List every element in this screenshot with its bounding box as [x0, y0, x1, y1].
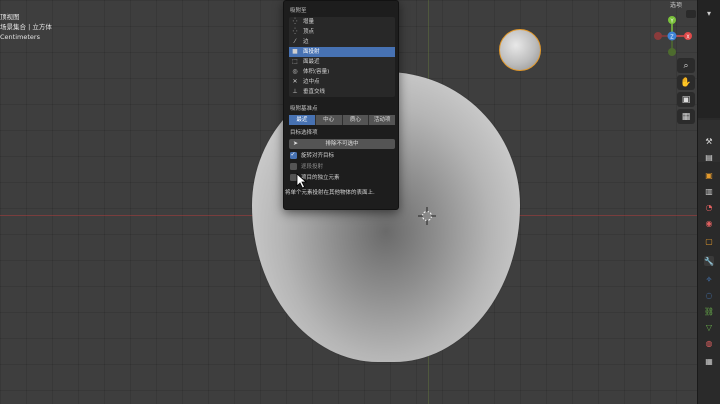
filter-icon[interactable]: ▾ — [704, 8, 714, 18]
3d-cursor-icon[interactable] — [418, 207, 436, 225]
snap-item-edge[interactable]: ⁄ 边 — [289, 37, 395, 47]
constraints-icon[interactable]: ⛓ — [704, 306, 714, 316]
collection-object-name: 场景集合 | 立方体 — [0, 23, 52, 31]
output-icon[interactable]: ▣ — [704, 170, 714, 180]
data-icon[interactable]: ▽ — [704, 322, 714, 332]
checkbox-checked[interactable] — [290, 150, 297, 159]
face-project-icon: ■ — [292, 48, 298, 55]
object-icon[interactable]: ▢ — [704, 236, 714, 246]
viewport-nav-buttons: ⌕ ✋ ▣ ▦ — [677, 58, 697, 126]
unit-label: Centimeters — [0, 33, 40, 41]
particles-icon[interactable]: ✧ — [704, 274, 714, 284]
view-layer-icon[interactable]: ▥ — [704, 186, 714, 196]
snap-item-face-project[interactable]: ■ 面投射 — [289, 47, 395, 57]
snap-item-vertex[interactable]: ⁛ 顶点 — [289, 27, 395, 37]
snap-with-center[interactable]: 中心 — [315, 115, 343, 125]
snap-with-active[interactable]: 活动项 — [369, 115, 395, 125]
scene-icon[interactable]: ◔ — [704, 202, 714, 212]
pan-hand-icon[interactable]: ✋ — [677, 75, 695, 90]
physics-icon[interactable]: ◌ — [704, 290, 714, 300]
edge-icon: ⁄ — [294, 38, 296, 45]
options-menu[interactable]: 选项 — [670, 0, 682, 9]
camera-icon[interactable]: ▣ — [677, 92, 695, 107]
selected-object-preview[interactable] — [499, 29, 541, 71]
snap-with-closest[interactable]: 最近 — [289, 115, 316, 125]
edge-perp-icon: ⊥ — [292, 88, 298, 95]
world-icon[interactable]: ◉ — [704, 218, 714, 228]
tooltip-text: 将单个元素投射在其他物体的表面上. — [285, 190, 375, 196]
texture-icon[interactable]: ▦ — [704, 356, 714, 366]
edge-center-icon: ✕ — [292, 78, 298, 85]
snap-to-list: ⁛ 增量 ⁛ 顶点 ⁄ 边 ■ 面投射 ⬚ 面最近 ◎ 体积(容量) ✕ 边中点 ⊥ 垂直交线 — [289, 17, 395, 97]
cursor-arrow-icon: ➤ — [293, 140, 299, 147]
snap-with-heading: 吸附基准点 — [290, 106, 318, 112]
options-dropdown-button[interactable] — [686, 10, 696, 18]
svg-text:X: X — [686, 35, 690, 41]
checkbox-unchecked[interactable] — [290, 163, 297, 170]
svg-text:Z: Z — [670, 35, 674, 41]
align-rotation-checkbox[interactable]: 旋转对齐目标 — [290, 150, 334, 161]
navigation-gizmo[interactable]: X Y Z — [650, 12, 697, 60]
target-selection-heading: 目标选择项 — [290, 130, 318, 136]
render-icon[interactable]: ▤ — [704, 152, 714, 162]
face-nearest-icon: ⬚ — [292, 58, 298, 65]
snap-item-edge-center[interactable]: ✕ 边中点 — [289, 77, 395, 87]
grid-toggle-icon[interactable]: ▦ — [677, 109, 695, 124]
increment-icon: ⁛ — [292, 18, 298, 25]
tool-icon[interactable]: ⚒ — [704, 136, 714, 146]
target-exclude-button[interactable]: ➤ 排除不可选中 — [289, 139, 395, 149]
snap-to-heading: 吸附至 — [290, 8, 307, 14]
snap-item-increment[interactable]: ⁛ 增量 — [289, 17, 395, 27]
material-icon[interactable]: ◍ — [704, 338, 714, 348]
vertex-icon: ⁛ — [292, 28, 298, 35]
snap-item-edge-perpendicular[interactable]: ⊥ 垂直交线 — [289, 87, 395, 97]
snap-item-volume[interactable]: ◎ 体积(容量) — [289, 67, 395, 77]
zoom-icon[interactable]: ⌕ — [677, 58, 695, 73]
snap-with-median[interactable]: 质心 — [342, 115, 370, 125]
snap-item-face-nearest[interactable]: ⬚ 面最近 — [289, 57, 395, 67]
mouse-pointer-icon — [296, 173, 308, 189]
backface-culling-checkbox[interactable]: 逐段投射 — [290, 163, 323, 172]
snap-with-segmented: 最近 中心 质心 活动项 — [289, 115, 395, 125]
3d-viewport[interactable]: 顶视图 场景集合 | 立方体 Centimeters X Y Z ⌕ ✋ ▣ ▦… — [0, 0, 697, 404]
viewport-info-overlay: 顶视图 场景集合 | 立方体 Centimeters — [0, 12, 52, 42]
volume-icon: ◎ — [292, 68, 298, 75]
view-name: 顶视图 — [0, 13, 20, 21]
modifier-wrench-icon[interactable]: 🔧 — [704, 256, 714, 266]
properties-sidebar: ▾ ⚒ ▤ ▣ ▥ ◔ ◉ ▢ 🔧 ✧ ◌ ⛓ ▽ ◍ ▦ — [697, 0, 720, 404]
